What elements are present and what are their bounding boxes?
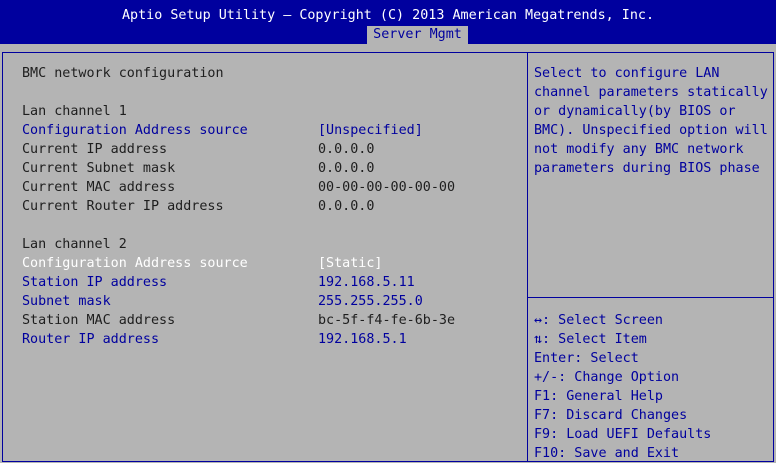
lan1-current-mac-value: 00-00-00-00-00-00 <box>318 180 456 195</box>
help-text-line: BMC). Unspecified option will <box>534 123 768 138</box>
lan2-station-ip-label[interactable]: Station IP address <box>22 273 167 292</box>
lan2-config-address-source-label[interactable]: Configuration Address source <box>22 254 248 273</box>
lan2-station-ip-value[interactable]: 192.168.5.11 <box>318 273 415 292</box>
lan2-subnet-mask-value[interactable]: 255.255.255.0 <box>318 292 423 311</box>
lan2-router-ip-value[interactable]: 192.168.5.1 <box>318 330 407 349</box>
help-text-line: channel parameters statically <box>534 85 768 100</box>
lan2-station-mac-label: Station MAC address <box>22 313 176 328</box>
lan1-current-subnet-label: Current Subnet mask <box>22 161 176 176</box>
key-select-screen: ↔: Select Screen <box>534 313 663 328</box>
lan1-current-subnet-value: 0.0.0.0 <box>318 161 375 176</box>
lan1-current-router-label: Current Router IP address <box>22 199 224 214</box>
lan1-current-ip-value: 0.0.0.0 <box>318 142 375 157</box>
lan1-config-address-source-value[interactable]: [Unspecified] <box>318 121 423 140</box>
app-title: Aptio Setup Utility – Copyright (C) 2013… <box>121 8 655 23</box>
lan2-config-address-source-value[interactable]: [Static] <box>318 254 383 273</box>
key-general-help: F1: General Help <box>534 389 663 404</box>
tab-server-mgmt[interactable]: Server Mgmt <box>367 26 468 44</box>
lan1-current-router-value: 0.0.0.0 <box>318 199 375 214</box>
key-change-option: +/-: Change Option <box>534 370 680 385</box>
lan1-current-ip-label: Current IP address <box>22 142 168 157</box>
help-text-line: not modify any BMC network <box>534 142 744 157</box>
header-bar: Aptio Setup Utility – Copyright (C) 2013… <box>0 0 776 44</box>
panel-divider <box>527 52 528 462</box>
help-text-line: parameters during BIOS phase <box>534 161 760 176</box>
help-divider <box>528 297 774 298</box>
lan2-router-ip-label[interactable]: Router IP address <box>22 330 159 349</box>
lan2-subnet-mask-label[interactable]: Subnet mask <box>22 292 111 311</box>
section-title: BMC network configuration <box>22 66 224 81</box>
key-discard-changes: F7: Discard Changes <box>534 408 688 423</box>
key-enter-select: Enter: Select <box>534 351 639 366</box>
help-text-line: or dynamically(by BIOS or <box>534 104 736 119</box>
help-text-line: Select to configure LAN <box>534 66 720 81</box>
lan1-current-mac-label: Current MAC address <box>22 180 176 195</box>
lan1-config-address-source-label[interactable]: Configuration Address source <box>22 121 248 140</box>
key-save-exit: F10: Save and Exit <box>534 446 680 461</box>
lan2-station-mac-value: bc-5f-f4-fe-6b-3e <box>318 313 456 328</box>
lan2-heading: Lan channel 2 <box>22 237 127 252</box>
lan1-heading: Lan channel 1 <box>22 104 127 119</box>
key-select-item: ⇅: Select Item <box>534 332 647 347</box>
key-load-defaults: F9: Load UEFI Defaults <box>534 427 712 442</box>
